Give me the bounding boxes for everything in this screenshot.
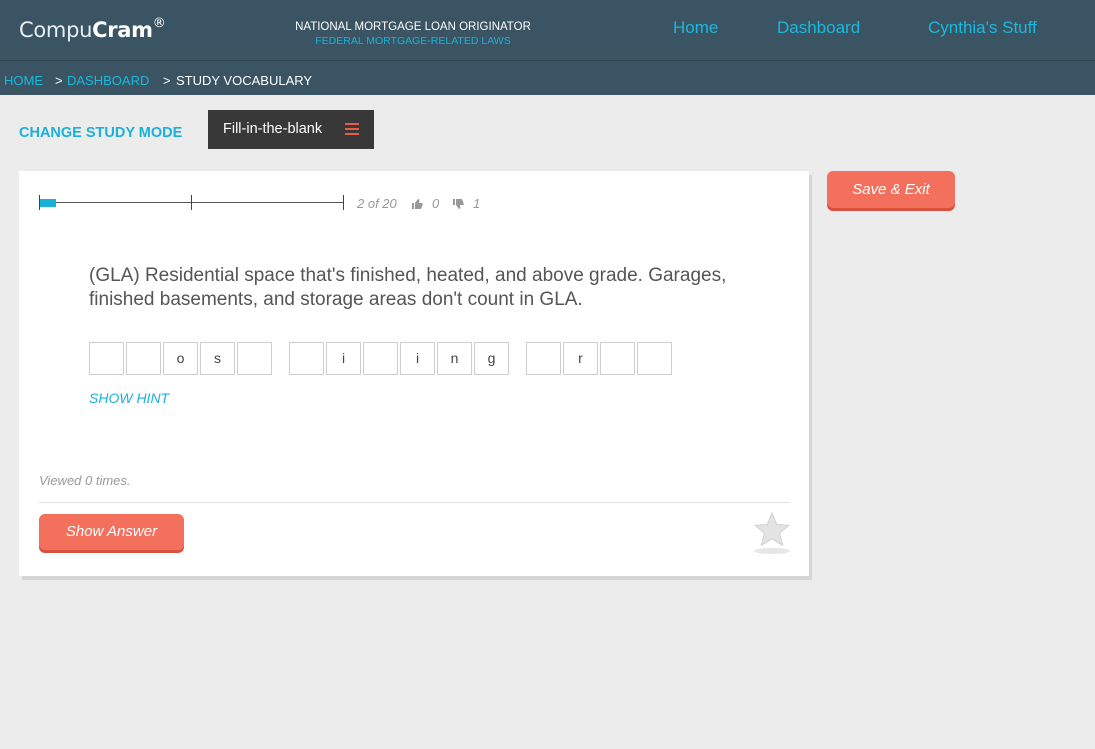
nav-home-link[interactable]: Home [673, 18, 718, 38]
thumbs-up-icon[interactable] [411, 198, 423, 210]
study-mode-selected: Fill-in-the-blank [223, 121, 323, 137]
letter-blank[interactable] [637, 342, 672, 375]
card-position-counter: 2 of 20 [357, 196, 397, 211]
letter-blank[interactable]: o [163, 342, 198, 375]
letter-blank[interactable] [126, 342, 161, 375]
letter-blank[interactable] [600, 342, 635, 375]
compucram-logo[interactable]: CompuCram® [19, 16, 166, 42]
breadcrumb-dashboard-link[interactable]: DASHBOARD [67, 73, 149, 88]
save-exit-button[interactable]: Save & Exit [827, 171, 955, 208]
letter-blank[interactable] [289, 342, 324, 375]
breadcrumb-separator: > [55, 73, 63, 88]
hamburger-icon [345, 123, 359, 135]
letter-blank[interactable] [363, 342, 398, 375]
letter-blank[interactable] [526, 342, 561, 375]
breadcrumb-home-link[interactable]: HOME [4, 73, 43, 88]
letter-blank[interactable]: r [563, 342, 598, 375]
letter-blank[interactable] [237, 342, 272, 375]
progress-flag-marker [40, 199, 56, 207]
star-icon[interactable] [752, 511, 792, 555]
letter-blank[interactable]: n [437, 342, 472, 375]
viewed-count-text: Viewed 0 times. [39, 473, 131, 488]
show-answer-button[interactable]: Show Answer [39, 514, 184, 550]
nav-user-stuff-link[interactable]: Cynthia's Stuff [928, 18, 1037, 38]
course-name: NATIONAL MORTGAGE LOAN ORIGINATOR [295, 21, 531, 33]
breadcrumb-current: STUDY VOCABULARY [176, 73, 313, 88]
letter-blank[interactable] [89, 342, 124, 375]
flashcard: 2 of 20 0 1 (GLA) Residential space that… [19, 171, 809, 576]
letter-blank[interactable]: i [326, 342, 361, 375]
question-text: (GLA) Residential space that's finished,… [89, 265, 727, 310]
breadcrumb: HOME > DASHBOARD > STUDY VOCABULARY [0, 60, 1095, 95]
card-divider [39, 502, 790, 503]
nav-dashboard-link[interactable]: Dashboard [777, 18, 860, 38]
thumbs-down-count: 1 [473, 196, 481, 211]
show-hint-link[interactable]: SHOW HINT [89, 390, 169, 406]
progress-tick-middle [191, 195, 192, 210]
thumbs-down-icon[interactable] [452, 198, 464, 210]
course-title: NATIONAL MORTGAGE LOAN ORIGINATOR FEDERA… [270, 20, 556, 48]
thumbs-up-count: 0 [432, 196, 440, 211]
letter-blank[interactable]: s [200, 342, 235, 375]
study-mode-dropdown[interactable]: Fill-in-the-blank [208, 110, 374, 149]
change-study-mode-label: CHANGE STUDY MODE [19, 125, 183, 141]
letter-blank[interactable]: g [474, 342, 509, 375]
breadcrumb-separator: > [163, 73, 171, 88]
top-navigation-bar: CompuCram® NATIONAL MORTGAGE LOAN ORIGIN… [0, 0, 1095, 60]
letter-blank[interactable]: i [400, 342, 435, 375]
progress-tick-end [343, 195, 344, 210]
course-section: FEDERAL MORTGAGE-RELATED LAWS [315, 35, 511, 47]
